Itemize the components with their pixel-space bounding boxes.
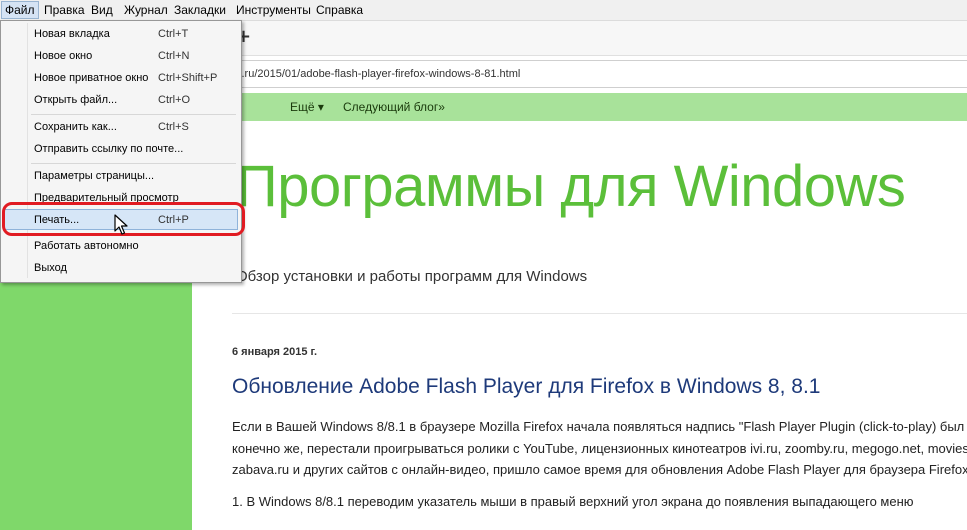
menu-item-open-file[interactable]: Открыть файл... Ctrl+O (4, 90, 238, 111)
divider (232, 313, 967, 314)
address-url: s.ru/2015/01/adobe-flash-player-firefox-… (236, 68, 521, 80)
menu-item-shortcut: Ctrl+Shift+P (158, 72, 218, 84)
menu-item-new-private-window[interactable]: Новое приватное окно Ctrl+Shift+P (4, 68, 238, 89)
menu-item-label: Новое приватное окно (34, 72, 149, 84)
next-blog-link[interactable]: Следующий блог» (343, 93, 445, 121)
menu-history[interactable]: Журнал (121, 2, 171, 18)
post-paragraph-line: zabava.ru и других сайтов с онлайн-видео… (232, 462, 967, 477)
menu-item-new-tab[interactable]: Новая вкладка Ctrl+T (4, 24, 238, 45)
menu-edit[interactable]: Правка (41, 2, 88, 18)
menu-help[interactable]: Справка (313, 2, 366, 18)
menu-item-label: Сохранить как... (34, 121, 117, 133)
menu-item-shortcut: Ctrl+N (158, 50, 190, 62)
menu-item-label: Новое окно (34, 50, 93, 62)
menu-item-send-link[interactable]: Отправить ссылку по почте... (4, 139, 238, 160)
menu-view[interactable]: Вид (88, 2, 116, 18)
menu-item-label: Выход (34, 262, 67, 274)
menu-item-shortcut: Ctrl+T (158, 28, 189, 40)
address-bar[interactable]: s.ru/2015/01/adobe-flash-player-firefox-… (224, 60, 967, 88)
menu-tools[interactable]: Инструменты (233, 2, 314, 18)
file-menu-dropdown: Новая вкладка Ctrl+T Новое окно Ctrl+N Н… (0, 20, 242, 283)
post-paragraph-line: Если в Вашей Windows 8/8.1 в браузере Mo… (232, 419, 965, 434)
menu-separator (31, 163, 236, 164)
blog-navbar: Ещё ▾ Следующий блог» (224, 93, 967, 121)
blog-subtitle: Обзор установки и работы программ для Wi… (236, 268, 588, 285)
blog-title[interactable]: Программы для Windows (236, 153, 906, 220)
post-date: 6 января 2015 г. (232, 346, 318, 358)
menu-item-exit[interactable]: Выход (4, 258, 238, 279)
menu-item-new-window[interactable]: Новое окно Ctrl+N (4, 46, 238, 67)
post-title[interactable]: Обновление Adobe Flash Player для Firefo… (232, 375, 820, 399)
menu-bookmarks[interactable]: Закладки (171, 2, 229, 18)
menu-item-label: Новая вкладка (34, 28, 110, 40)
menu-bar: Файл Правка Вид Журнал Закладки Инструме… (0, 0, 967, 21)
menu-file[interactable]: Файл (1, 1, 39, 19)
menu-item-label: Открыть файл... (34, 94, 118, 106)
mouse-cursor-icon (114, 214, 128, 235)
post-paragraph-line: 1. В Windows 8/8.1 переводим указатель м… (232, 494, 914, 509)
menu-item-shortcut: Ctrl+O (158, 94, 191, 106)
menu-item-label: Отправить ссылку по почте... (34, 143, 184, 155)
menu-item-work-offline[interactable]: Работать автономно (4, 236, 238, 257)
post-paragraph-line: конечно же, перестали проигрываться роли… (232, 441, 967, 456)
menu-item-shortcut: Ctrl+S (158, 121, 189, 133)
menu-item-page-setup[interactable]: Параметры страницы... (4, 166, 238, 187)
more-dropdown[interactable]: Ещё ▾ (290, 93, 324, 121)
menu-item-label: Работать автономно (34, 240, 139, 252)
menu-separator (31, 114, 236, 115)
menu-item-label: Параметры страницы... (34, 170, 155, 182)
menu-item-save-as[interactable]: Сохранить как... Ctrl+S (4, 117, 238, 138)
